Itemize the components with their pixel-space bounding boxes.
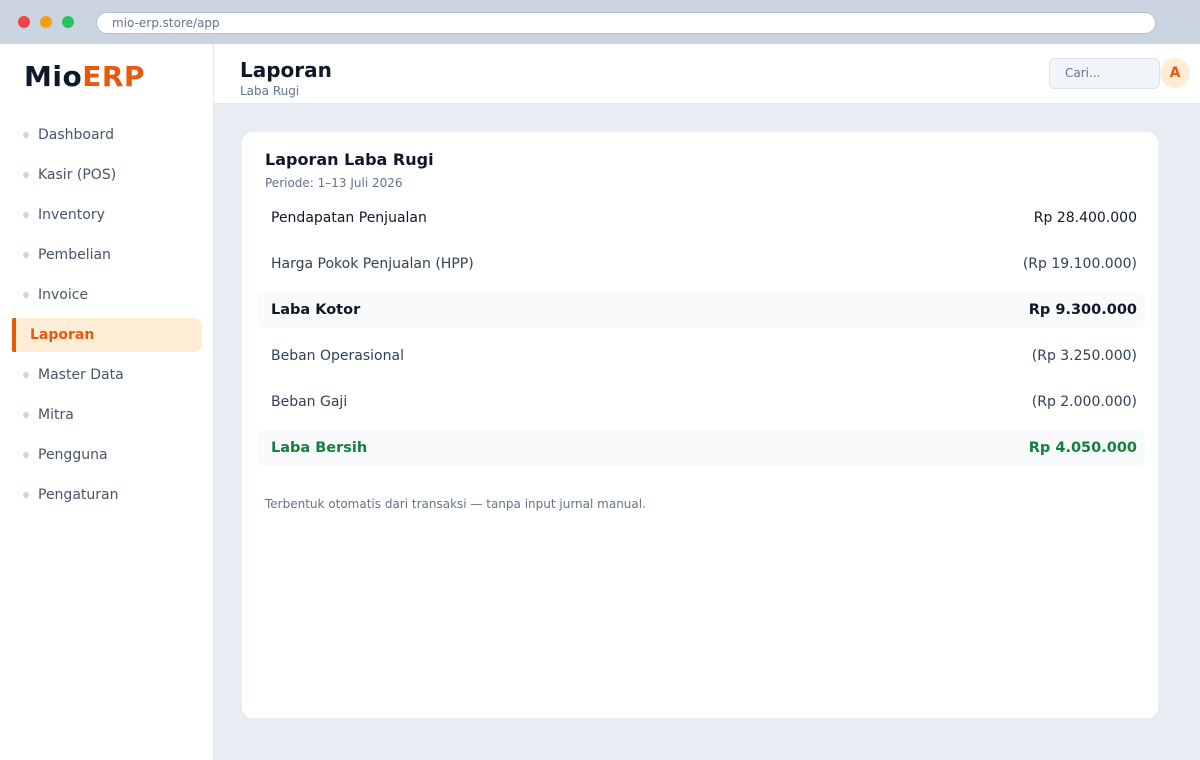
search-input[interactable]: Cari... (1049, 58, 1160, 89)
row-beban-gaji: Beban Gaji (Rp 2.000.000) (257, 384, 1145, 420)
row-label: Laba Kotor (271, 302, 361, 318)
row-laba-bersih: Laba Bersih Rp 4.050.000 (257, 430, 1145, 466)
browser-toolbar: mio-erp.store/app (0, 0, 1200, 44)
bullet-icon (23, 372, 29, 378)
user-avatar[interactable]: A (1160, 58, 1190, 88)
app-logo[interactable]: MioERP (24, 60, 145, 93)
page-title: Laporan (240, 58, 332, 82)
bullet-icon (23, 492, 29, 498)
row-value: Rp 4.050.000 (1028, 440, 1137, 456)
sidebar-item-label: Pengaturan (38, 487, 119, 503)
sidebar: MioERP Dashboard Kasir (POS) Inventory P… (0, 44, 214, 760)
sidebar-item-label: Inventory (38, 207, 105, 223)
sidebar-item-pengaturan[interactable]: Pengaturan (12, 478, 202, 512)
row-label: Laba Bersih (271, 440, 368, 456)
logo-text-erp: ERP (82, 60, 145, 93)
logo-text-mio: Mio (24, 60, 83, 93)
bullet-icon (23, 452, 29, 458)
sidebar-item-pembelian[interactable]: Pembelian (12, 238, 202, 272)
report-note: Terbentuk otomatis dari transaksi — tanp… (265, 497, 646, 511)
page-header: Laporan Laba Rugi Cari... A (214, 44, 1200, 104)
sidebar-item-label: Mitra (38, 407, 74, 423)
sidebar-item-inventory[interactable]: Inventory (12, 198, 202, 232)
sidebar-item-label: Pembelian (38, 247, 111, 263)
row-value: (Rp 3.250.000) (1031, 348, 1137, 364)
row-value: Rp 28.400.000 (1033, 210, 1137, 226)
minimize-window-button[interactable] (40, 16, 52, 28)
row-label: Beban Gaji (271, 394, 348, 410)
row-beban-operasional: Beban Operasional (Rp 3.250.000) (257, 338, 1145, 374)
sidebar-item-label: Dashboard (38, 127, 114, 143)
sidebar-item-label: Invoice (38, 287, 89, 303)
page-subtitle: Laba Rugi (240, 84, 300, 98)
bullet-icon (23, 132, 29, 138)
row-laba-kotor: Laba Kotor Rp 9.300.000 (257, 292, 1145, 328)
sidebar-item-invoice[interactable]: Invoice (12, 278, 202, 312)
sidebar-item-master-data[interactable]: Master Data (12, 358, 202, 392)
bullet-icon (23, 172, 29, 178)
row-label: Beban Operasional (271, 348, 404, 364)
bullet-icon (23, 292, 29, 298)
sidebar-item-kasir[interactable]: Kasir (POS) (12, 158, 202, 192)
profit-loss-card: Laporan Laba Rugi Periode: 1–13 Juli 202… (241, 131, 1159, 719)
row-value: (Rp 2.000.000) (1031, 394, 1137, 410)
row-value: Rp 9.300.000 (1028, 302, 1137, 318)
row-value: (Rp 19.100.000) (1022, 256, 1137, 272)
row-pendapatan-penjualan: Pendapatan Penjualan Rp 28.400.000 (257, 200, 1145, 236)
row-hpp: Harga Pokok Penjualan (HPP) (Rp 19.100.0… (257, 246, 1145, 282)
address-bar[interactable]: mio-erp.store/app (96, 12, 1156, 34)
report-rows: Pendapatan Penjualan Rp 28.400.000 Harga… (257, 200, 1145, 476)
sidebar-item-laporan[interactable]: Laporan (12, 318, 202, 352)
sidebar-item-label: Kasir (POS) (38, 167, 117, 183)
bullet-icon (23, 412, 29, 418)
sidebar-item-pengguna[interactable]: Pengguna (12, 438, 202, 472)
maximize-window-button[interactable] (62, 16, 74, 28)
sidebar-item-label: Pengguna (38, 447, 108, 463)
report-period: Periode: 1–13 Juli 2026 (265, 176, 403, 190)
close-window-button[interactable] (18, 16, 30, 28)
sidebar-item-label: Laporan (30, 327, 95, 343)
bullet-icon (23, 252, 29, 258)
sidebar-item-dashboard[interactable]: Dashboard (12, 118, 202, 152)
row-label: Pendapatan Penjualan (271, 210, 427, 226)
report-title: Laporan Laba Rugi (265, 150, 434, 169)
sidebar-nav: Dashboard Kasir (POS) Inventory Pembelia… (12, 118, 202, 518)
row-label: Harga Pokok Penjualan (HPP) (271, 256, 474, 272)
sidebar-item-mitra[interactable]: Mitra (12, 398, 202, 432)
sidebar-item-label: Master Data (38, 367, 124, 383)
bullet-icon (23, 212, 29, 218)
